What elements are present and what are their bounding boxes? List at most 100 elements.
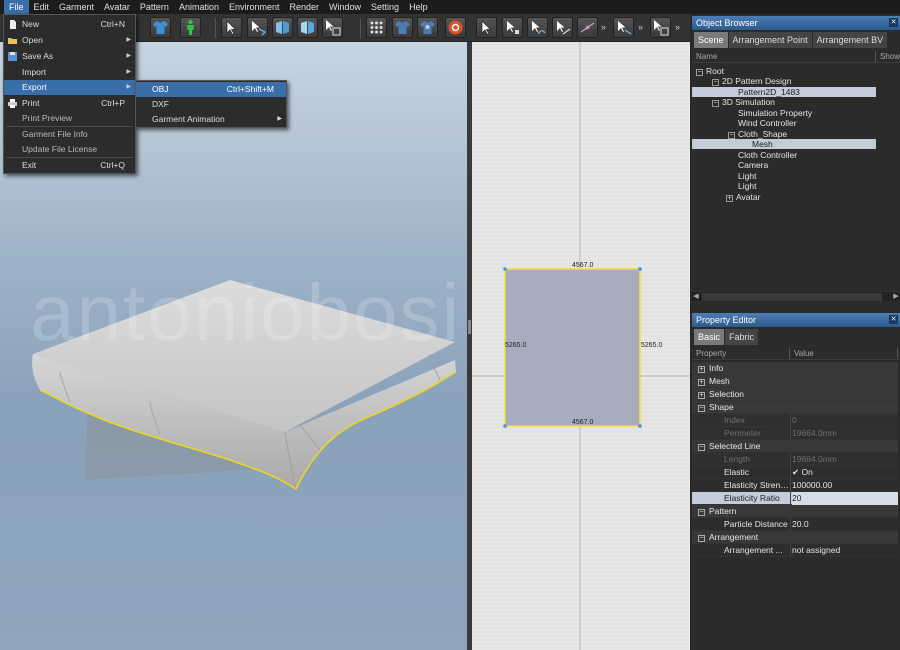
tree-node-root[interactable]: − Root xyxy=(692,66,876,76)
property-arrangement[interactable]: Arrangement ... not assigned xyxy=(692,544,898,557)
group-selected-line[interactable]: − Selected Line xyxy=(692,440,898,453)
menu-item-export-dxf[interactable]: DXF xyxy=(136,97,286,112)
column-property[interactable]: Property xyxy=(692,348,790,359)
expand-icon[interactable]: + xyxy=(698,366,705,373)
menu-file[interactable]: File xyxy=(4,0,29,14)
collapse-icon[interactable]: − xyxy=(698,405,705,412)
edit-point-button[interactable] xyxy=(502,17,523,38)
garment-view-button[interactable] xyxy=(392,17,413,38)
menu-garment[interactable]: Garment xyxy=(54,0,99,14)
close-icon[interactable]: ✕ xyxy=(889,18,898,27)
tree-node-cloth-controller[interactable]: Cloth Controller xyxy=(692,150,876,160)
menu-help[interactable]: Help xyxy=(404,0,433,14)
garment-button[interactable] xyxy=(150,17,171,38)
menu-item-new[interactable]: New Ctrl+N xyxy=(4,17,135,32)
tree-node-light-1[interactable]: Light xyxy=(692,171,876,181)
menu-item-print-preview[interactable]: Print Preview xyxy=(4,111,135,126)
collapse-icon[interactable]: − xyxy=(698,444,705,451)
property-elasticity-strength[interactable]: Elasticity Strength 100000.00 xyxy=(692,479,898,492)
menu-setting[interactable]: Setting xyxy=(366,0,404,14)
toolbar-overflow-3[interactable]: » xyxy=(675,22,680,32)
tree-node-mesh[interactable]: Mesh xyxy=(692,139,876,149)
tab-arrangement-point[interactable]: Arrangement Point xyxy=(728,32,812,48)
property-elasticity-ratio[interactable]: Elasticity Ratio 20 xyxy=(692,492,898,505)
menu-item-import[interactable]: Import ▶ xyxy=(4,65,135,80)
texture-tool-button[interactable] xyxy=(322,17,343,38)
tree-node-2d-pattern-design[interactable]: −2D Pattern Design xyxy=(692,76,876,86)
checkmark-icon[interactable]: ✔ xyxy=(792,467,799,477)
horizontal-scrollbar[interactable]: ◀ ▶ xyxy=(692,291,900,301)
group-mesh[interactable]: + Mesh xyxy=(692,375,898,388)
column-value[interactable]: Value xyxy=(790,348,898,359)
menu-item-export-obj[interactable]: OBJ Ctrl+Shift+M xyxy=(136,82,286,97)
menu-item-save-as[interactable]: Save As ▶ xyxy=(4,49,135,64)
tree-node-camera[interactable]: Camera xyxy=(692,160,876,170)
group-shape[interactable]: − Shape xyxy=(692,401,898,414)
collapse-icon[interactable]: − xyxy=(712,100,719,107)
object-browser-header: Name Show xyxy=(692,51,900,63)
garment-avatar-button[interactable] xyxy=(417,17,438,38)
add-point-button[interactable] xyxy=(577,17,598,38)
expand-icon[interactable]: + xyxy=(698,379,705,386)
menu-avatar[interactable]: Avatar xyxy=(99,0,135,14)
fabric-tool-button[interactable] xyxy=(297,17,318,38)
points-button[interactable] xyxy=(366,17,387,38)
group-info[interactable]: + Info xyxy=(692,362,898,375)
expand-icon[interactable]: + xyxy=(698,392,705,399)
edit-segment-button[interactable] xyxy=(552,17,573,38)
collapse-icon[interactable]: − xyxy=(712,79,719,86)
menu-item-update-license[interactable]: Update File License xyxy=(4,142,135,157)
collapse-icon[interactable]: − xyxy=(696,69,703,76)
scroll-right-icon[interactable]: ▶ xyxy=(892,292,900,302)
expand-icon[interactable]: + xyxy=(726,195,733,202)
menu-animation[interactable]: Animation xyxy=(174,0,224,14)
menu-item-print[interactable]: Print Ctrl+P xyxy=(4,96,135,111)
pattern-texture-button[interactable] xyxy=(650,17,671,38)
menu-environment[interactable]: Environment xyxy=(224,0,285,14)
scrollbar-thumb[interactable] xyxy=(702,293,882,301)
property-particle-distance[interactable]: Particle Distance 20.0 xyxy=(692,518,898,531)
toolbar-overflow[interactable]: » xyxy=(601,22,606,32)
menu-item-garment-file-info[interactable]: Garment File Info xyxy=(4,127,135,142)
scroll-left-icon[interactable]: ◀ xyxy=(692,292,700,302)
menu-window[interactable]: Window xyxy=(324,0,366,14)
menu-item-export[interactable]: Export ▶ xyxy=(4,80,135,95)
pattern-select-button[interactable] xyxy=(476,17,497,38)
tree-node-cloth-shape[interactable]: − Cloth_Shape xyxy=(692,129,876,139)
menu-item-exit[interactable]: Exit Ctrl+Q xyxy=(4,158,135,173)
tab-fabric[interactable]: Fabric xyxy=(725,329,759,345)
tab-basic[interactable]: Basic xyxy=(694,329,725,345)
avatar-button[interactable] xyxy=(180,17,201,38)
tree-node-3d-simulation[interactable]: −3D Simulation xyxy=(692,97,876,107)
tab-arrangement-bv[interactable]: Arrangement BV xyxy=(812,32,888,48)
column-name[interactable]: Name xyxy=(692,51,876,62)
tree-node-wind-controller[interactable]: Wind Controller xyxy=(692,118,876,128)
group-arrangement[interactable]: − Arrangement xyxy=(692,531,898,544)
fold-tool-button[interactable] xyxy=(272,17,293,38)
group-selection[interactable]: + Selection xyxy=(692,388,898,401)
collapse-icon[interactable]: − xyxy=(698,509,705,516)
tree-node-avatar[interactable]: + Avatar xyxy=(692,192,876,202)
tree-node-pattern[interactable]: Pattern2D_1483 xyxy=(692,87,876,97)
select-tool-button[interactable] xyxy=(221,17,242,38)
tree-node-light-2[interactable]: Light xyxy=(692,181,876,191)
tab-scene[interactable]: Scene xyxy=(694,32,728,48)
property-elastic[interactable]: Elastic ✔ On xyxy=(692,466,898,479)
collapse-icon[interactable]: − xyxy=(728,132,735,139)
menu-render[interactable]: Render xyxy=(285,0,325,14)
menu-item-open[interactable]: Open ▶ xyxy=(4,33,135,48)
select-mesh-button[interactable] xyxy=(247,17,268,38)
menu-pattern[interactable]: Pattern xyxy=(135,0,174,14)
menu-edit[interactable]: Edit xyxy=(29,0,55,14)
tree-node-simulation-property[interactable]: Simulation Property xyxy=(692,108,876,118)
sewing-button[interactable] xyxy=(613,17,634,38)
edit-curve-button[interactable] xyxy=(527,17,548,38)
viewport-2d[interactable]: 4567.0 4567.0 5265.0 5265.0 xyxy=(472,42,690,650)
group-pattern[interactable]: − Pattern xyxy=(692,505,898,518)
toolbar-overflow-2[interactable]: » xyxy=(638,22,643,32)
column-show[interactable]: Show xyxy=(876,51,900,62)
collapse-icon[interactable]: − xyxy=(698,535,705,542)
simulate-button[interactable] xyxy=(445,17,466,38)
menu-item-export-garment-animation[interactable]: Garment Animation ▶ xyxy=(136,112,286,127)
close-icon[interactable]: ✕ xyxy=(889,315,898,324)
